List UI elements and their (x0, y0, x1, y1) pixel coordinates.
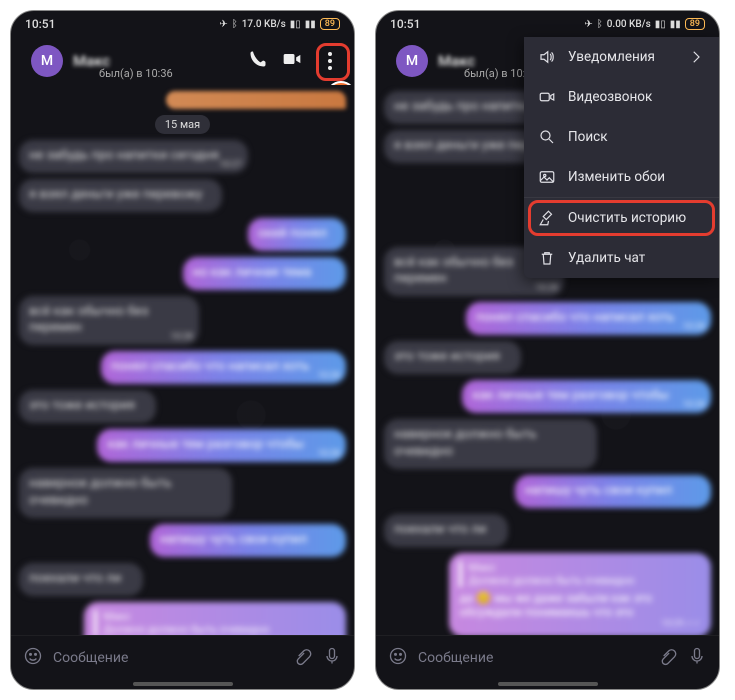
message-bubble-out[interactable]: окей понял (248, 218, 346, 251)
message-bubble-in[interactable]: это тоже история (19, 390, 156, 423)
signal-icon-2: ▮▮ (670, 19, 681, 30)
image-icon (538, 168, 556, 186)
last-seen: был(а) в 10:36 (99, 67, 173, 80)
chat-area[interactable]: 15 мая не забудь про напитки сегодня10:2… (11, 85, 354, 635)
video-call-button[interactable] (282, 49, 302, 73)
mic-button[interactable] (322, 646, 342, 670)
emoji-button[interactable] (23, 646, 43, 670)
message-bubble-out[interactable]: напишу чуть свои купил (515, 475, 711, 508)
avatar[interactable]: M (396, 45, 428, 77)
message-bubble-out[interactable]: понял спасибо что написал хоть10:28 (101, 351, 346, 384)
trash-icon (538, 249, 556, 267)
signal-icon: ▮▯ (655, 19, 666, 30)
status-right: ✈ ᛒ 0.00 KB/s ▮▯ ▮▮ 89 (584, 18, 705, 30)
message-input[interactable]: Сообщение (53, 650, 282, 666)
video-icon (538, 88, 556, 106)
signal-icon-2: ▮▮ (305, 19, 316, 30)
status-time: 10:51 (25, 17, 55, 31)
broom-icon (538, 209, 556, 227)
attach-button[interactable] (292, 646, 312, 670)
status-right: ✈ ᛒ 17.0 KB/s ▮▯ ▮▮ 89 (219, 18, 340, 30)
message-bubble[interactable] (166, 91, 346, 109)
message-bubble-out[interactable]: как личные тем разговор чтобы10:28 (462, 380, 711, 413)
call-button[interactable] (248, 49, 268, 73)
menu-item-delete-chat[interactable]: Удалить чат (524, 238, 719, 278)
emoji-button[interactable] (388, 646, 408, 670)
airplane-icon: ✈ (219, 19, 227, 30)
menu-item-label: Очистить историю (568, 210, 686, 226)
message-bubble-in[interactable]: я взял деньги уже перевожу (19, 179, 222, 212)
status-time: 10:51 (390, 17, 420, 31)
signal-icon: ▮▯ (290, 19, 301, 30)
battery-indicator: 89 (320, 18, 340, 30)
menu-item-label: Поиск (568, 129, 608, 145)
phone-screenshot-left: 10:51 ✈ ᛒ 17.0 KB/s ▮▯ ▮▮ 89 M Макс был(… (10, 10, 355, 690)
battery-indicator: 89 (685, 18, 705, 30)
menu-item-label: Удалить чат (568, 250, 645, 266)
bluetooth-icon: ᛒ (597, 19, 603, 30)
context-menu: Уведомления Видеозвонок Поиск Изменить о… (524, 37, 719, 278)
message-bubble-in[interactable]: всё как обычно без перемен10:28 (19, 296, 199, 346)
mic-button[interactable] (687, 646, 707, 670)
message-bubble-in[interactable]: наверное должно быть очевидно (384, 419, 597, 469)
message-composer: Сообщение (11, 635, 354, 679)
message-input[interactable]: Сообщение (418, 650, 647, 666)
menu-item-label: Видеозвонок (568, 89, 652, 105)
status-bar: 10:51 ✈ ᛒ 0.00 KB/s ▮▯ ▮▮ 89 (376, 11, 719, 37)
message-bubble-out[interactable]: но как личная тема (183, 257, 347, 290)
phone-screenshot-right: 10:51 ✈ ᛒ 0.00 KB/s ▮▯ ▮▮ 89 M Макс был(… (375, 10, 720, 690)
message-bubble-in[interactable]: поехали что ли (19, 563, 143, 596)
more-options-button[interactable] (316, 45, 344, 77)
header-actions (248, 45, 344, 77)
date-separator: 15 мая (155, 115, 210, 134)
message-bubble-out[interactable]: напишу чуть свои купил (150, 524, 346, 557)
message-bubble-in[interactable]: не забудь про напитки сегодня10:27 (19, 140, 248, 173)
gesture-bar (11, 679, 354, 689)
quoted-reply-bubble[interactable]: МаксДолжно должно быть очевидно да 😊 мы … (84, 602, 346, 635)
menu-item-wallpaper[interactable]: Изменить обои (524, 157, 719, 197)
attach-button[interactable] (657, 646, 677, 670)
search-icon (538, 128, 556, 146)
chevron-right-icon (687, 48, 705, 66)
message-composer: Сообщение (376, 635, 719, 679)
quoted-reply-bubble[interactable]: МаксДолжно должно быть очевидно да 😊 мы … (449, 553, 711, 635)
message-bubble-in[interactable]: это тоже история (384, 341, 521, 374)
more-vert-icon (328, 52, 332, 70)
menu-item-clear-history[interactable]: Очистить историю (524, 198, 719, 238)
menu-item-label: Изменить обои (568, 169, 665, 185)
menu-item-notifications[interactable]: Уведомления (524, 37, 719, 77)
net-speed: 0.00 KB/s (607, 19, 651, 30)
chat-header: M Макс был(а) в 10:36 1 (11, 37, 354, 85)
menu-item-search[interactable]: Поиск (524, 117, 719, 157)
speaker-icon (538, 48, 556, 66)
message-bubble-in[interactable]: поехали что ли (384, 514, 508, 547)
status-bar: 10:51 ✈ ᛒ 17.0 KB/s ▮▯ ▮▮ 89 (11, 11, 354, 37)
gesture-bar (376, 679, 719, 689)
airplane-icon: ✈ (584, 19, 592, 30)
menu-item-label: Уведомления (568, 49, 655, 65)
bluetooth-icon: ᛒ (232, 19, 238, 30)
message-bubble-out[interactable]: понял спасибо что написал хоть10:28 (466, 302, 711, 335)
message-bubble-in[interactable]: наверное должно быть очевидно (19, 468, 232, 518)
avatar[interactable]: M (31, 45, 63, 77)
message-bubble-out[interactable]: как личные тем разговор чтобы10:28 (97, 429, 346, 462)
menu-item-videocall[interactable]: Видеозвонок (524, 77, 719, 117)
net-speed: 17.0 KB/s (242, 19, 286, 30)
